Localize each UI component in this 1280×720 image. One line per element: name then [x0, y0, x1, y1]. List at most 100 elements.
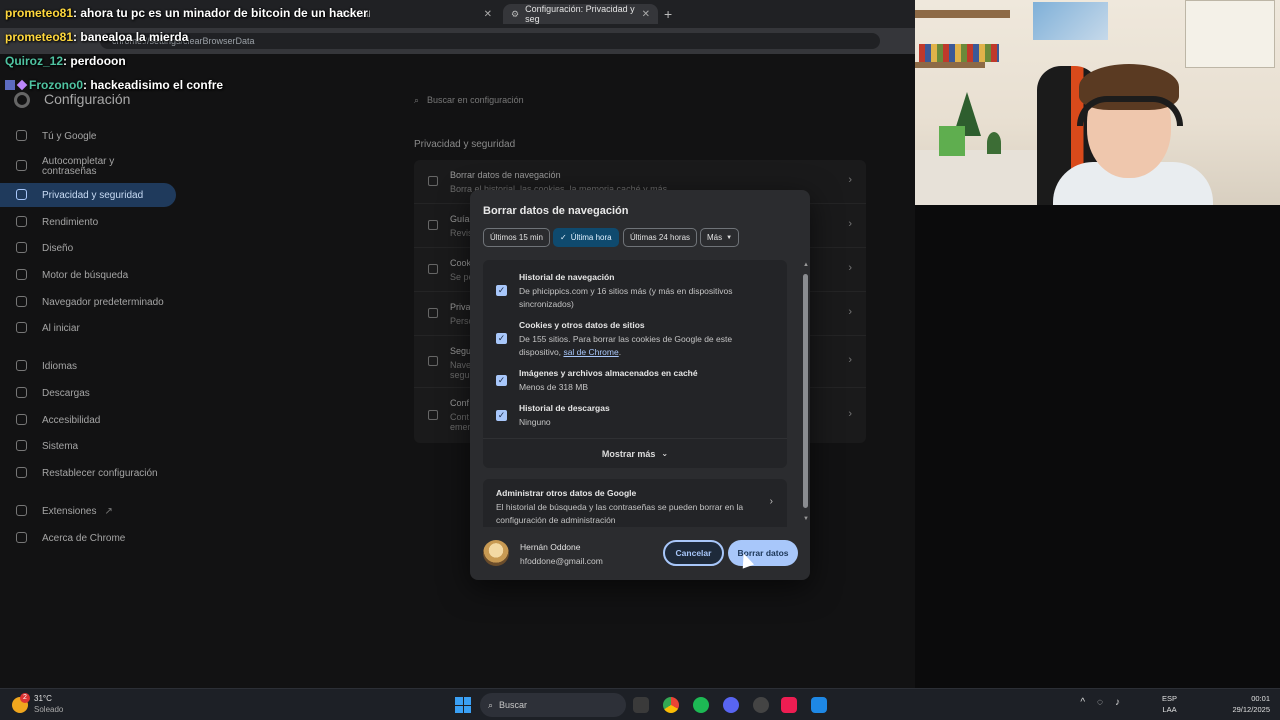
windows-start-icon[interactable] [455, 697, 471, 713]
sidebar-item-label: Accesibilidad [42, 414, 101, 426]
item-title: Imágenes y archivos almacenados en caché [519, 368, 698, 378]
checkbox[interactable]: ✓ [496, 285, 507, 296]
tab-settings[interactable]: ⚙ Configuración: Privacidad y seg ✕ [503, 4, 658, 24]
url-field[interactable]: chrome://settings/clearBrowserData [100, 33, 880, 49]
discord-icon[interactable] [723, 697, 739, 713]
checkbox[interactable]: ✓ [496, 410, 507, 421]
sidebar-item-label: Descargas [42, 387, 90, 399]
palette-icon [16, 242, 27, 253]
sidebar-item-label: Diseño [42, 242, 74, 254]
checkbox[interactable]: ✓ [496, 375, 507, 386]
sidebar-item-privacy[interactable]: Privacidad y seguridad [0, 183, 176, 207]
range-chip-more[interactable]: Más ▼ [700, 228, 740, 247]
sidebar-item-design[interactable]: Diseño [0, 236, 176, 260]
sidebar-item-on-startup[interactable]: Al iniciar [0, 316, 176, 340]
list-item-cache[interactable]: ✓ Imágenes y archivos almacenados en cac… [483, 366, 787, 396]
cancel-button[interactable]: Cancelar [663, 540, 724, 566]
chat-text: : ahora tu pc es un minador de bitcoin d… [73, 6, 368, 20]
download-icon [16, 387, 27, 398]
lang-top: ESP [1162, 694, 1178, 703]
sidebar-item-label: Idiomas [42, 360, 78, 372]
background-area [915, 205, 1280, 688]
accessibility-icon [16, 414, 27, 425]
sidebar-item-search-engine[interactable]: Motor de búsqueda [0, 263, 176, 287]
sidebar-item-extensions[interactable]: Extensiones ↗ [0, 499, 176, 523]
chip-label: Más [707, 233, 723, 242]
range-chip-15min[interactable]: Últimos 15 min [483, 228, 550, 247]
chrome-taskbar-icon[interactable] [663, 697, 679, 713]
scroll-thumb[interactable] [803, 274, 808, 508]
account-name: Hernán Oddone [520, 542, 581, 552]
chat-username: Quiroz_12 [5, 54, 64, 68]
search-icon [16, 269, 27, 280]
shelf [915, 62, 985, 68]
list-item-cookies[interactable]: ✓ Cookies y otros datos de sitios De 155… [483, 318, 787, 360]
taskbar-search[interactable]: ⌕ Buscar [480, 693, 626, 717]
sidebar-item-system[interactable]: Sistema [0, 434, 176, 458]
network-icon[interactable]: ◌ [1097, 697, 1103, 708]
sidebar-item-about-chrome[interactable]: Acerca de Chrome [0, 526, 176, 550]
spotify-icon[interactable] [693, 697, 709, 713]
row-title: Priva [450, 302, 471, 312]
chat-text: : hackeadisimo el confre [83, 78, 224, 92]
chat-message: prometeo81: banealoa la mierda [5, 30, 188, 44]
privacy-icon [428, 308, 438, 318]
language-indicator[interactable]: ESP LAA [1162, 693, 1177, 715]
sidebar-item-label: Sistema [42, 440, 79, 452]
microphone-icon[interactable]: ♪ [1115, 697, 1120, 708]
admin-title: Administrar otros datos de Google [496, 488, 637, 498]
list-item-history[interactable]: ✓ Historial de navegación De phicippics.… [483, 270, 787, 312]
wrench-icon [16, 440, 27, 451]
sidebar-item-autofill[interactable]: Autocompletar y contraseñas [0, 154, 176, 180]
show-more-button[interactable]: Mostrar más ⌄ [483, 438, 787, 468]
task-view-icon[interactable] [633, 697, 649, 713]
account-email: hfoddone@gmail.com [520, 556, 603, 566]
tiktok-icon[interactable] [781, 697, 797, 713]
range-chip-last-hour[interactable]: ✓ Última hora [553, 228, 619, 247]
item-title: Historial de navegación [519, 272, 615, 282]
sidebar-item-default-browser[interactable]: Navegador predeterminado [0, 290, 176, 314]
close-icon[interactable]: ✕ [484, 9, 492, 20]
chat-text: : perdooon [63, 54, 126, 68]
list-item-downloads[interactable]: ✓ Historial de descargas Ninguno [483, 401, 787, 431]
chrome-logo-icon [14, 92, 30, 108]
sidebar-item-downloads[interactable]: Descargas [0, 381, 176, 405]
chip-label: Últimas 24 horas [630, 233, 691, 242]
cancel-label: Cancelar [675, 548, 712, 558]
sidebar-item-languages[interactable]: Idiomas [0, 354, 176, 378]
sidebar-item-accessibility[interactable]: Accesibilidad [0, 408, 176, 432]
chat-message: Frozono0: hackeadisimo el confre [5, 78, 223, 92]
manage-google-data-row[interactable]: Administrar otros datos de Google El his… [483, 479, 787, 527]
steam-icon[interactable] [753, 697, 769, 713]
sidebar-item-you-and-google[interactable]: Tú y Google [0, 124, 176, 148]
item-title: Historial de descargas [519, 403, 610, 413]
item-subtitle-end: . [618, 347, 622, 357]
sidebar-item-label: Al iniciar [42, 322, 80, 334]
settings-search-input[interactable]: ⌕ Buscar en configuración [414, 90, 864, 110]
sign-out-link[interactable]: sal de Chrome [563, 347, 618, 357]
chevron-right-icon: › [848, 262, 852, 274]
defender-icon[interactable] [811, 697, 827, 713]
row-subtitle: Cont emer [450, 412, 471, 432]
row-title: Conf [450, 398, 470, 408]
chrome-icon [16, 532, 27, 543]
clear-data-button[interactable]: Borrar datos [728, 540, 798, 566]
sidebar-item-reset[interactable]: Restablecer configuración [0, 461, 176, 485]
scroll-down-icon[interactable]: ▼ [803, 516, 809, 522]
close-icon[interactable]: ✕ [642, 9, 650, 20]
range-chip-24h[interactable]: Últimas 24 horas [623, 228, 698, 247]
weather-widget[interactable]: 2 31°C Soleado [12, 693, 63, 715]
chevron-up-icon[interactable]: ^ [1080, 697, 1085, 708]
guide-icon [428, 220, 438, 230]
sidebar-item-performance[interactable]: Rendimiento [0, 210, 176, 234]
dialog-scrollbar[interactable]: ▲ ▼ [803, 262, 809, 524]
clock[interactable]: 00:01 29/12/2025 [1222, 693, 1270, 715]
data-type-list: ✓ Historial de navegación De phicippics.… [483, 260, 787, 468]
wall-drawing [1185, 0, 1275, 68]
scroll-up-icon[interactable]: ▲ [803, 262, 809, 268]
new-tab-button[interactable]: + [664, 6, 672, 22]
checkbox[interactable]: ✓ [496, 333, 507, 344]
chevron-right-icon: › [848, 218, 852, 230]
chevron-right-icon: › [848, 306, 852, 318]
date: 29/12/2025 [1232, 705, 1270, 714]
